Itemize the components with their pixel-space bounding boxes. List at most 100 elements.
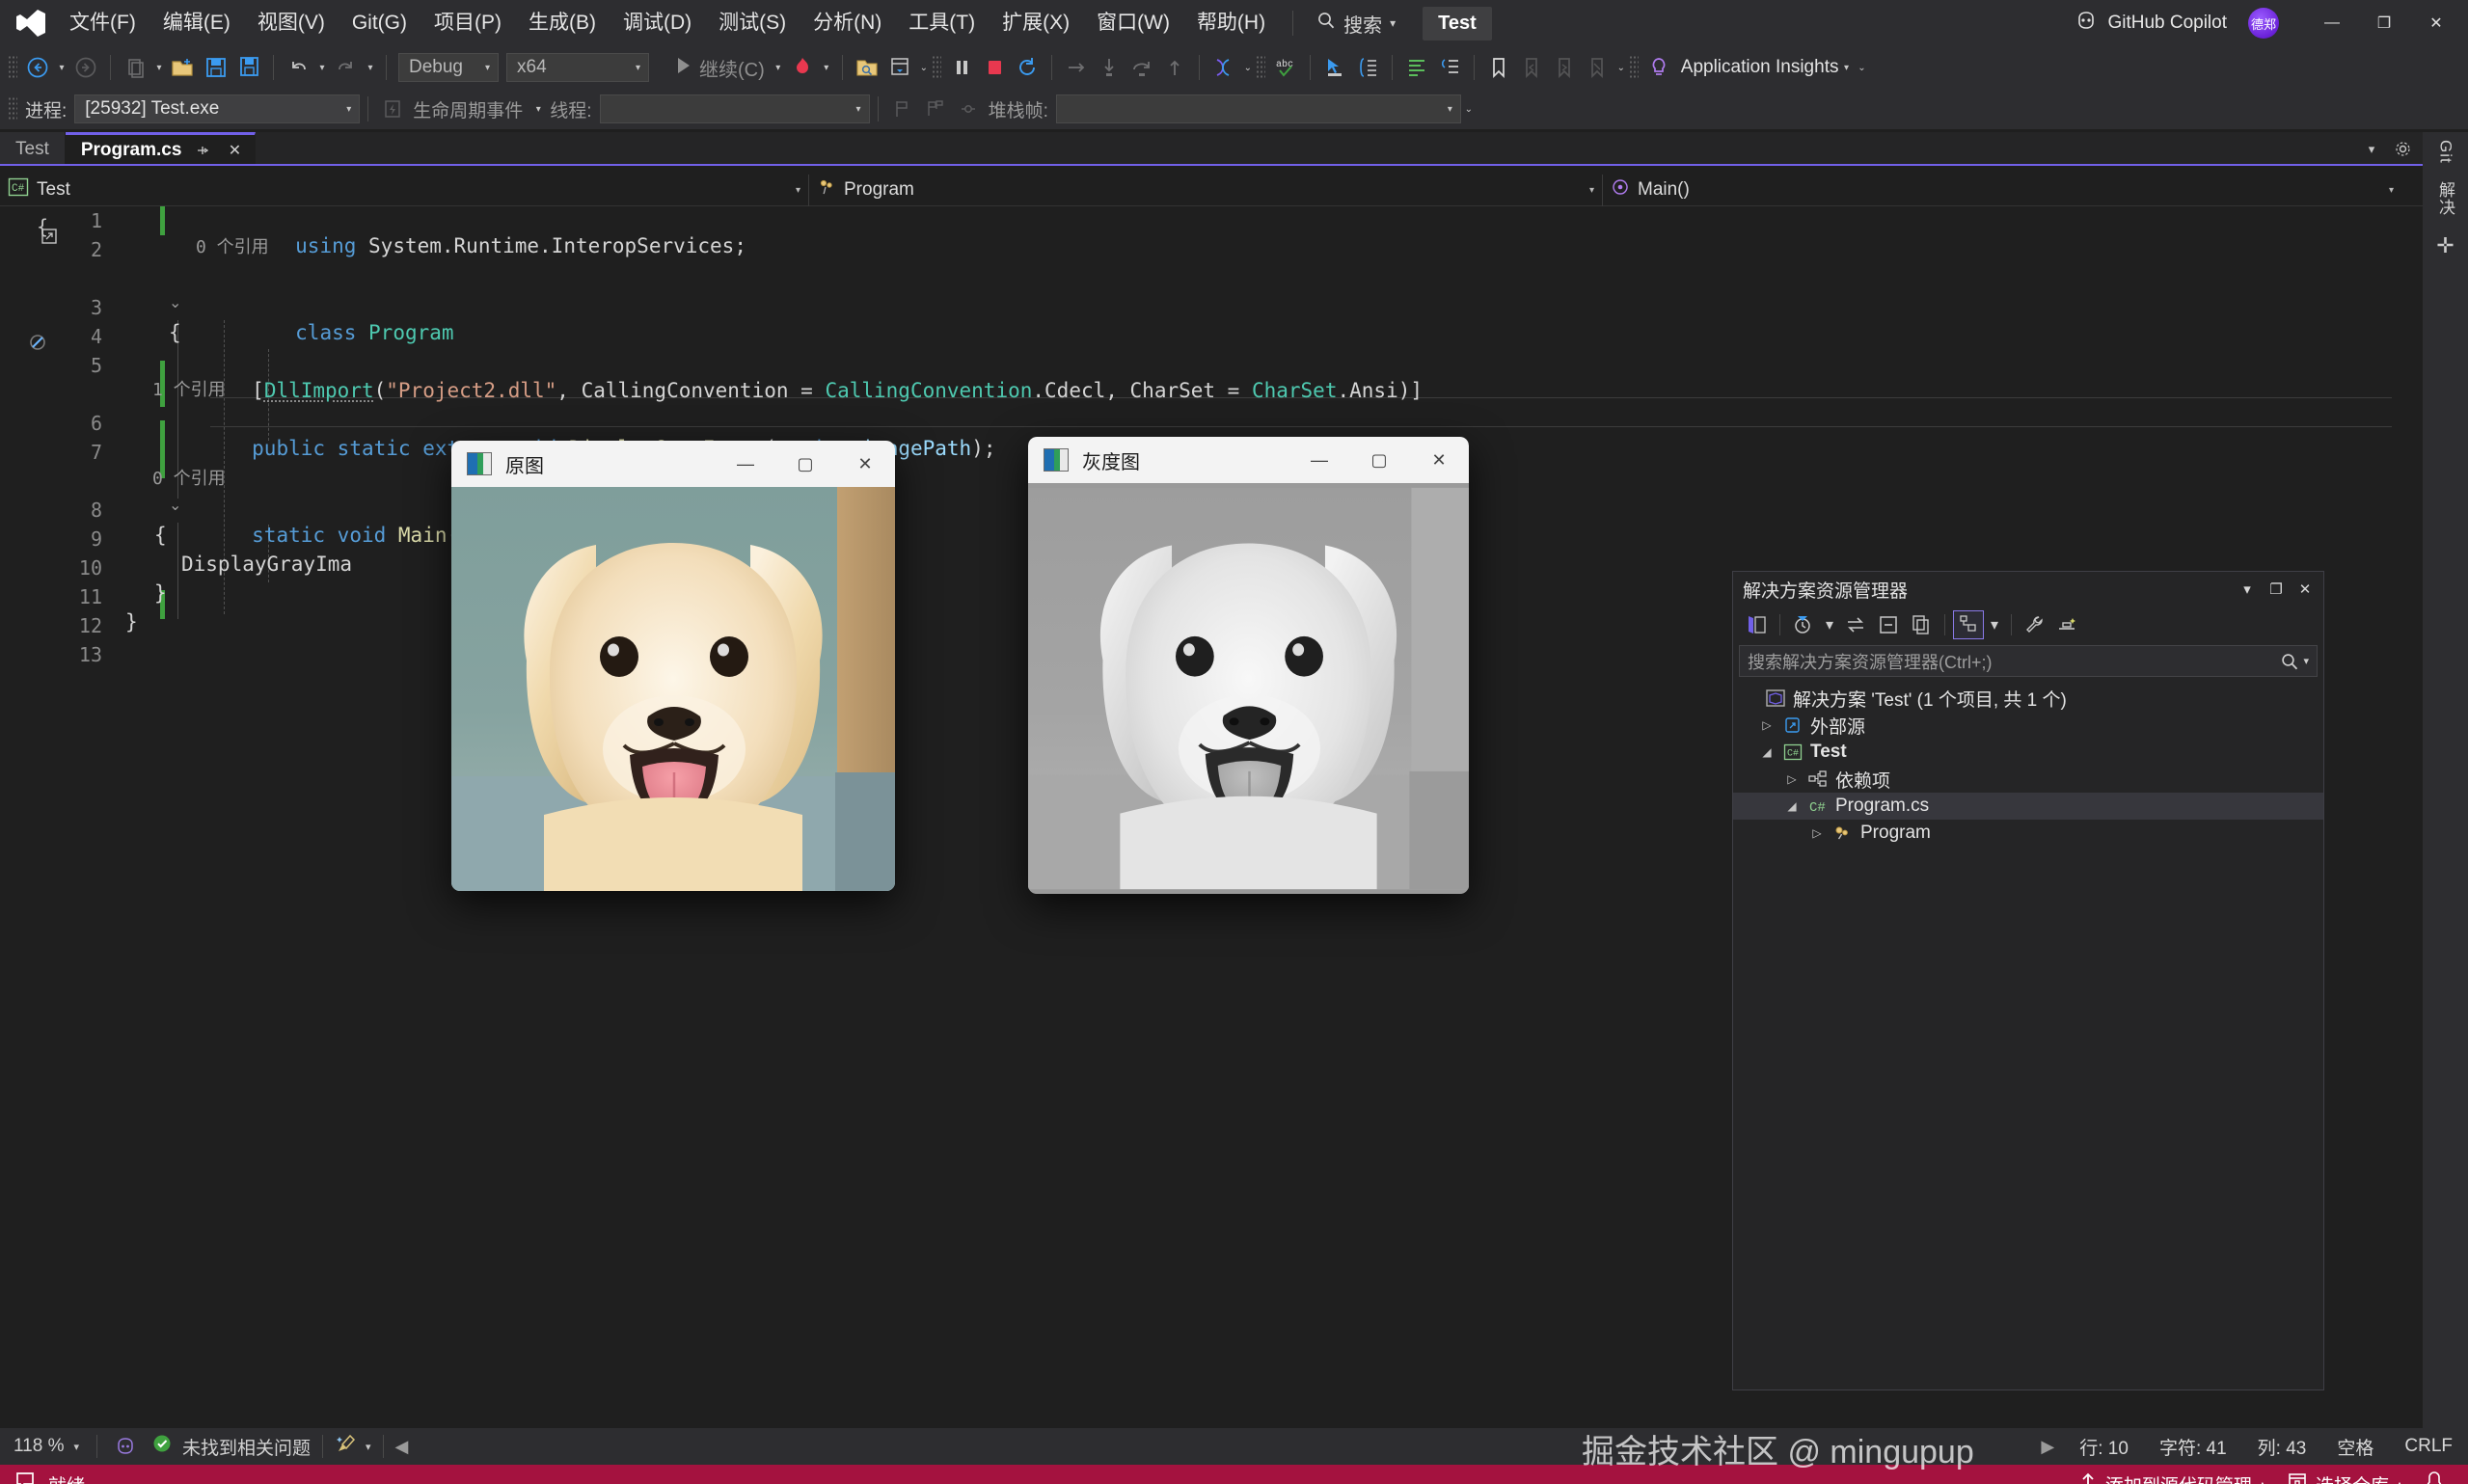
search-icon[interactable]: ▾ (2280, 652, 2309, 671)
breakpoint-glyph-icon[interactable] (25, 330, 50, 360)
maximize-icon[interactable]: ▢ (1349, 437, 1409, 483)
maximize-icon[interactable]: ▢ (775, 441, 835, 487)
solution-explorer-panel[interactable]: 解决方案资源管理器 ▾ ❐ ✕ ▾ (1732, 571, 2324, 1390)
menu-view[interactable]: 视图(V) (244, 6, 339, 40)
scroll-left-icon[interactable]: ◀ (395, 1437, 409, 1457)
codelens-ref-3[interactable]: 0 个引用 (152, 465, 226, 494)
zoom-level-combo[interactable]: 118 % ▾ (8, 1434, 85, 1459)
restart-button[interactable] (1011, 51, 1044, 84)
window-maximize-button[interactable]: ❐ (2358, 1, 2410, 45)
notifications-bell-icon[interactable] (2424, 1470, 2445, 1484)
navigate-back-button[interactable] (21, 51, 54, 84)
window-titlebar[interactable]: 原图 — ▢ ✕ (451, 441, 895, 487)
solution-chip[interactable]: Test (1423, 7, 1492, 40)
menu-debug[interactable]: 调试(D) (610, 6, 705, 40)
code-cleanup-button[interactable]: ▾ (335, 1433, 371, 1460)
stop-button[interactable] (978, 51, 1011, 84)
filter-dropdown-icon[interactable]: ▾ (1821, 610, 1838, 639)
menu-test[interactable]: 测试(S) (705, 6, 800, 40)
redo-button[interactable] (330, 51, 363, 84)
toolbar-grip-2[interactable] (932, 55, 941, 80)
tab-program-cs[interactable]: Program.cs ✕ (66, 132, 257, 166)
toolbar-grip-3[interactable] (1256, 55, 1265, 80)
user-avatar[interactable]: 德郑 (2248, 8, 2279, 39)
menu-window[interactable]: 窗口(W) (1083, 6, 1183, 40)
solution-tree[interactable]: 解决方案 'Test' (1 个项目, 共 1 个) ▷ 外部源 ◢ C# Te… (1733, 683, 2323, 847)
hot-reload-dropdown[interactable]: ▾ (819, 51, 834, 84)
solution-platform-combo[interactable]: x64 ▾ (506, 53, 649, 82)
twisty-icon[interactable]: ◢ (1754, 745, 1779, 759)
thread-combo[interactable]: ▾ (600, 94, 870, 123)
home-view-icon[interactable] (1741, 610, 1772, 639)
window-titlebar[interactable]: 灰度图 — ▢ ✕ (1028, 437, 1469, 483)
thread-view-icon[interactable] (1207, 51, 1240, 84)
menu-build[interactable]: 生成(B) (515, 6, 610, 40)
tab-test[interactable]: Test (0, 132, 66, 166)
navbar-project-dropdown[interactable]: C# Test ▾ (0, 175, 808, 206)
scroll-right-icon[interactable]: ▶ (2041, 1437, 2064, 1457)
twisty-icon[interactable]: ▷ (1779, 772, 1804, 786)
thread-view-overflow[interactable]: ⌄ (1240, 51, 1256, 84)
solution-configuration-combo[interactable]: Debug ▾ (398, 53, 499, 82)
menu-git[interactable]: Git(G) (339, 6, 420, 40)
pointer-select-icon[interactable] (1318, 51, 1351, 84)
class-view-dropdown-icon[interactable]: ▾ (1986, 610, 2003, 639)
flag-icon[interactable] (886, 93, 919, 125)
navbar-member-dropdown[interactable]: Main() ▾ (1603, 175, 2401, 206)
tree-node-external-sources[interactable]: ▷ 外部源 (1733, 712, 2323, 739)
tree-node-solution[interactable]: 解决方案 'Test' (1 个项目, 共 1 个) (1733, 685, 2323, 712)
menu-help[interactable]: 帮助(H) (1183, 6, 1279, 40)
image-window-original[interactable]: 原图 — ▢ ✕ (451, 441, 895, 891)
git-changes-rail-label[interactable]: Git (2436, 140, 2455, 164)
line-ending-indicator[interactable]: CRLF (2389, 1436, 2468, 1457)
previous-bookmark-icon[interactable] (1515, 51, 1548, 84)
step-into-button[interactable] (1093, 51, 1126, 84)
minimize-icon[interactable]: — (716, 441, 775, 487)
undo-dropdown[interactable]: ▾ (314, 51, 330, 84)
stack-frame-combo[interactable]: ▾ (1056, 94, 1461, 123)
github-copilot-button[interactable]: GitHub Copilot (2063, 4, 2238, 42)
lightbulb-icon[interactable] (1642, 51, 1675, 84)
tree-node-program-cs[interactable]: ◢ C# Program.cs (1733, 793, 2323, 820)
codelens-ref-2[interactable]: 1 个引用 (152, 376, 226, 405)
toggle-bookmark-icon[interactable] (1482, 51, 1515, 84)
panel-options-icon[interactable]: ▾ (2235, 577, 2260, 602)
minimize-icon[interactable]: — (1289, 437, 1349, 483)
preview-selected-items-icon[interactable] (2052, 610, 2083, 639)
solution-explorer-rail-label[interactable]: 解决 (2433, 181, 2457, 216)
properties-icon[interactable] (2020, 610, 2050, 639)
debug-toolbar-overflow[interactable]: ⌄ (1461, 93, 1477, 125)
new-project-dropdown[interactable]: ▾ (151, 51, 167, 84)
window-layout-icon[interactable] (883, 51, 916, 84)
fold-toggle-class[interactable]: ⌄ (169, 293, 181, 312)
add-to-source-control-button[interactable]: 添加到源代码管理 ▴ (2078, 1471, 2265, 1484)
tree-node-project-test[interactable]: ◢ C# Test (1733, 739, 2323, 766)
issues-status[interactable]: 未找到相关问题 (151, 1433, 311, 1460)
show-all-files-icon[interactable] (1906, 610, 1937, 639)
hot-reload-icon[interactable] (786, 51, 819, 84)
window-layout-overflow[interactable]: ⌄ (916, 51, 932, 84)
next-bookmark-icon[interactable] (1548, 51, 1581, 84)
save-button[interactable] (200, 51, 232, 84)
application-insights-label[interactable]: Application Insights (1681, 57, 1839, 78)
close-icon[interactable]: ✕ (1409, 437, 1469, 483)
debug-toolbar-grip[interactable] (8, 96, 17, 121)
tab-list-dropdown-icon[interactable]: ▾ (2359, 137, 2384, 162)
continue-button[interactable]: 继续(C) (666, 54, 771, 82)
search-folder-icon[interactable] (851, 51, 883, 84)
process-combo[interactable]: [25932] Test.exe ▾ (74, 94, 360, 123)
pin-tab-icon[interactable] (189, 138, 214, 163)
codelens-ref-1[interactable]: 0 个引用 (196, 233, 269, 262)
sync-with-active-document-icon[interactable] (1840, 610, 1871, 639)
close-tab-icon[interactable]: ✕ (222, 138, 247, 163)
panel-maximize-icon[interactable]: ❐ (2264, 577, 2289, 602)
view-class-diagram-icon[interactable] (1953, 610, 1984, 639)
image-window-grayscale[interactable]: 灰度图 — ▢ ✕ (1028, 437, 1469, 894)
spellcheck-icon[interactable]: abc (1269, 51, 1302, 84)
close-icon[interactable]: ✕ (835, 441, 895, 487)
window-minimize-button[interactable]: — (2306, 1, 2358, 45)
lifecycle-dropdown[interactable]: ▾ (530, 93, 546, 125)
tab-settings-icon[interactable] (2390, 137, 2415, 162)
menu-tools[interactable]: 工具(T) (895, 6, 989, 40)
navigate-forward-button[interactable] (69, 51, 102, 84)
